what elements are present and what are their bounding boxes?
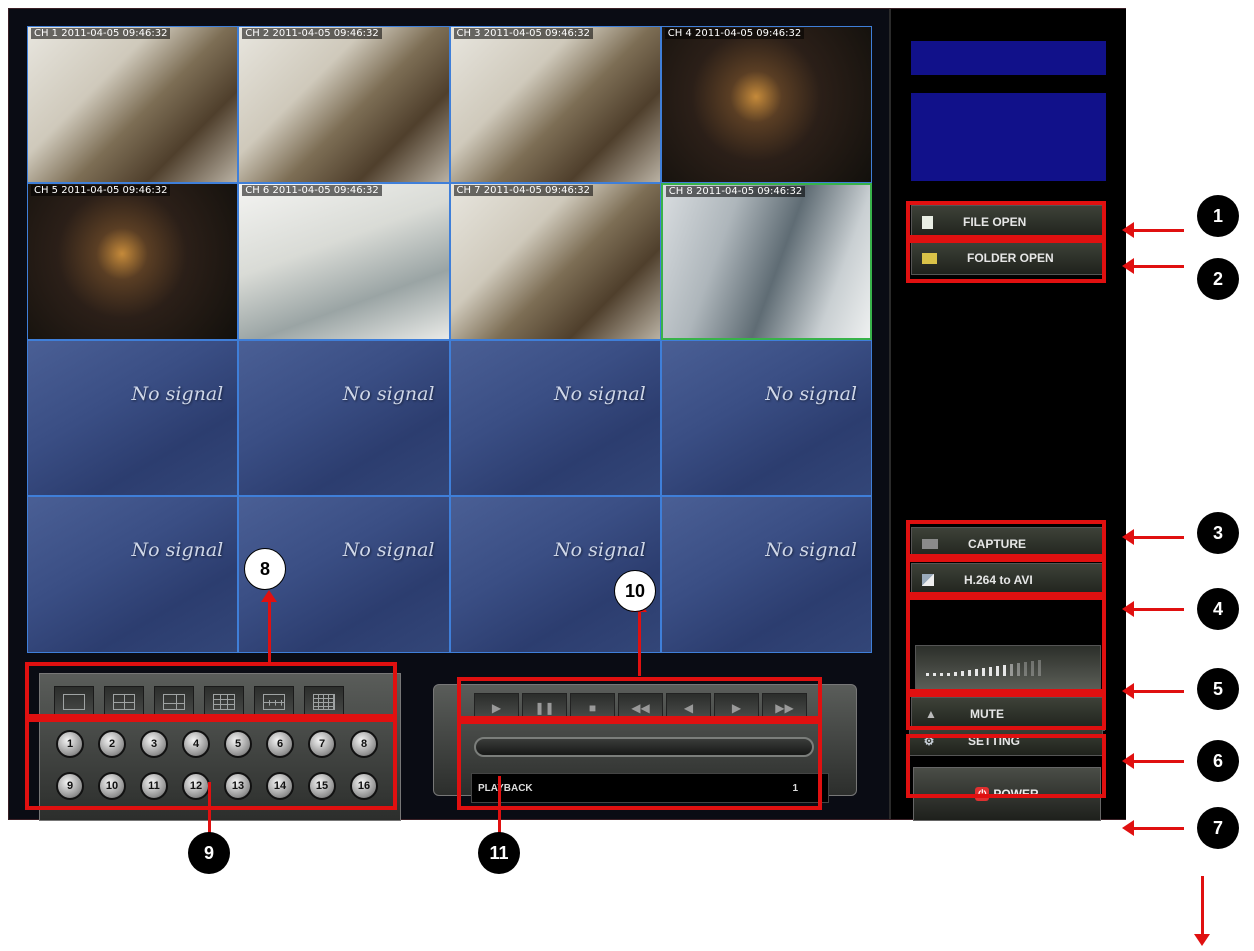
camera-view-ch12[interactable]: No signal <box>660 339 872 497</box>
no-signal-label: No signal <box>554 539 646 562</box>
callout-box-capture <box>906 520 1106 558</box>
callout-badge-11: 11 <box>478 832 520 874</box>
callout-arrow-7 <box>1122 820 1184 836</box>
callout-box-setting <box>906 693 1106 730</box>
callout-badge-2: 2 <box>1197 258 1239 300</box>
callout-arrow-1 <box>1122 222 1184 238</box>
callout-box-controls <box>457 677 822 720</box>
callout-badge-9: 9 <box>188 832 230 874</box>
callout-box-h264 <box>906 558 1106 596</box>
camera-view-ch2[interactable]: CH 2 2011-04-05 09:46:32 <box>238 26 450 183</box>
no-signal-label: No signal <box>131 382 224 405</box>
callout-arrow-8 <box>261 590 277 665</box>
callout-badge-8: 8 <box>244 548 286 590</box>
camera-view-ch9[interactable]: No signal <box>27 339 239 497</box>
camera-view-ch7[interactable]: CH 7 2011-04-05 09:46:32 <box>449 182 661 340</box>
no-signal-label: No signal <box>765 382 857 405</box>
callout-box-layout <box>25 662 397 718</box>
callout-arrow-10 <box>631 600 647 676</box>
callout-box-playback <box>457 720 822 810</box>
callout-badge-6: 6 <box>1197 740 1239 782</box>
camera-view-ch1[interactable]: CH 1 2011-04-05 09:46:32 <box>27 26 239 183</box>
callout-arrow-3 <box>1122 529 1184 545</box>
callout-badge-10: 10 <box>614 570 656 612</box>
callout-arrow-2 <box>1122 258 1184 274</box>
info-display-top <box>911 41 1106 75</box>
callout-box-channels <box>25 718 397 810</box>
camera-view-ch4[interactable]: CH 4 2011-04-05 09:46:32 <box>660 26 872 183</box>
camera-caption: CH 3 2011-04-05 09:46:32 <box>453 28 593 39</box>
camera-caption: CH 6 2011-04-05 09:46:32 <box>242 184 382 196</box>
no-signal-label: No signal <box>342 382 435 405</box>
callout-badge-4: 4 <box>1197 588 1239 630</box>
camera-caption: CH 8 2011-04-05 09:46:32 <box>665 185 806 197</box>
callout-badge-5: 5 <box>1197 668 1239 710</box>
info-display-main <box>911 93 1106 181</box>
camera-view-ch5[interactable]: CH 5 2011-04-05 09:46:32 <box>27 182 239 340</box>
callout-box-volume <box>906 596 1106 693</box>
camera-view-ch11[interactable]: No signal <box>449 339 661 497</box>
callout-box-power <box>906 734 1106 798</box>
camera-view-ch3[interactable]: CH 3 2011-04-05 09:46:32 <box>449 26 661 183</box>
callout-box-file-open <box>906 201 1106 239</box>
callout-arrow-5 <box>1122 683 1184 699</box>
callout-arrow-4 <box>1122 601 1184 617</box>
camera-caption: CH 7 2011-04-05 09:46:32 <box>453 184 593 196</box>
camera-view-ch8[interactable]: CH 8 2011-04-05 09:46:32 <box>660 182 872 340</box>
camera-caption: CH 2 2011-04-05 09:46:32 <box>242 28 382 39</box>
callout-badge-1: 1 <box>1197 195 1239 237</box>
camera-caption: CH 1 2011-04-05 09:46:32 <box>31 28 171 39</box>
camera-view-ch16[interactable]: No signal <box>660 496 872 653</box>
no-signal-label: No signal <box>765 539 857 562</box>
camera-grid: CH 1 2011-04-05 09:46:32 CH 2 2011-04-05… <box>27 26 872 653</box>
callout-box-folder-open <box>906 239 1106 283</box>
callout-badge-3: 3 <box>1197 512 1239 554</box>
callout-badge-7: 7 <box>1197 807 1239 849</box>
camera-view-ch10[interactable]: No signal <box>238 339 450 497</box>
down-arrow <box>1194 876 1210 946</box>
camera-caption: CH 5 2011-04-05 09:46:32 <box>31 184 171 196</box>
callout-arrow-6 <box>1122 753 1184 769</box>
camera-view-ch6[interactable]: CH 6 2011-04-05 09:46:32 <box>238 182 450 340</box>
no-signal-label: No signal <box>131 539 224 562</box>
camera-caption: CH 4 2011-04-05 09:46:32 <box>664 28 805 39</box>
no-signal-label: No signal <box>342 539 435 562</box>
camera-view-ch13[interactable]: No signal <box>27 496 239 653</box>
no-signal-label: No signal <box>554 382 646 405</box>
